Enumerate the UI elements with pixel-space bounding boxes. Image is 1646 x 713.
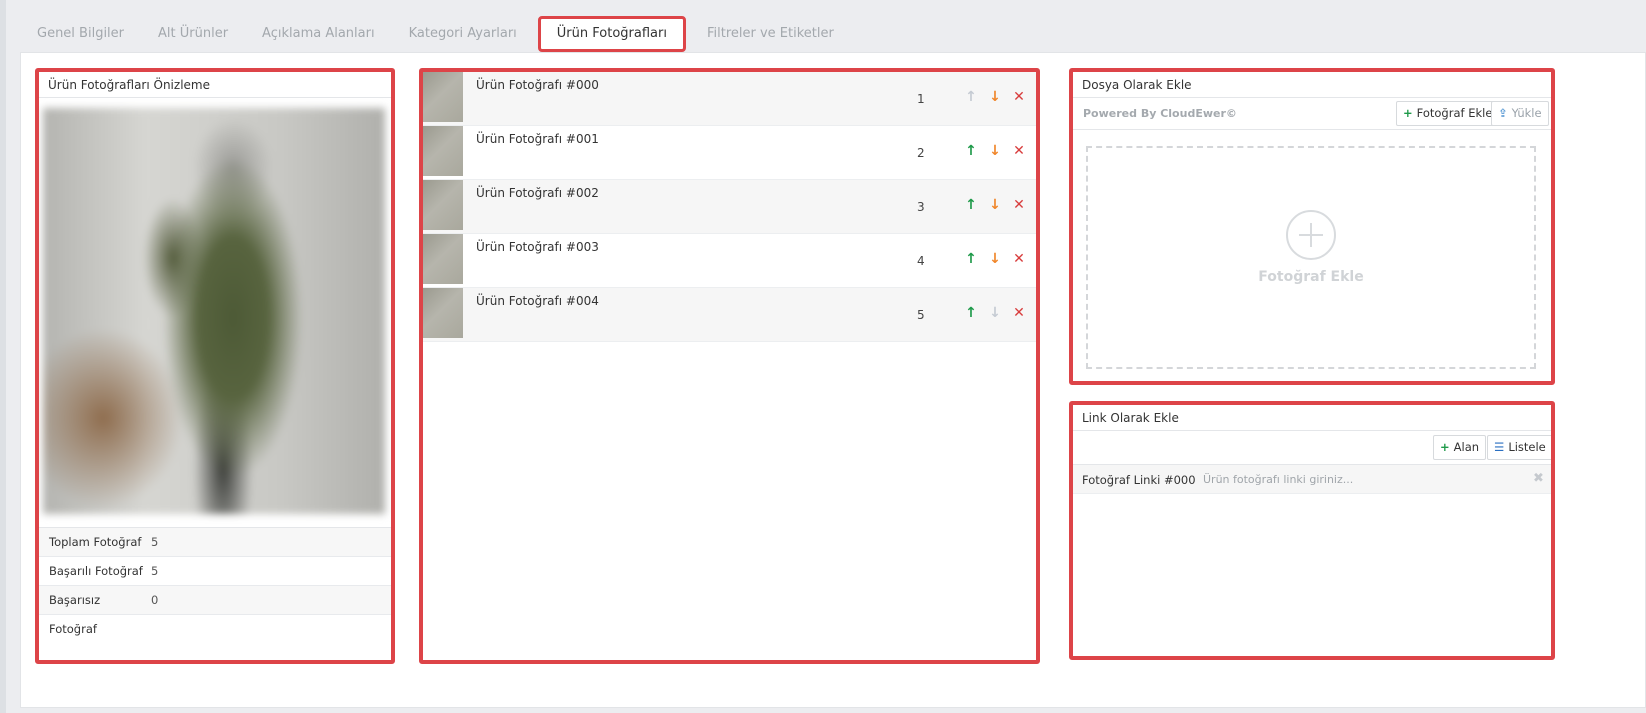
photo-name: Ürün Fotoğrafı #002	[476, 186, 599, 200]
photo-name: Ürün Fotoğrafı #003	[476, 240, 599, 254]
photo-link-input[interactable]	[1203, 469, 1523, 489]
arrow-up-icon[interactable]: ↑	[963, 143, 979, 159]
arrow-up-icon[interactable]: ↑	[963, 89, 979, 105]
left-edge	[0, 0, 6, 713]
stat-row-success: Başarılı Fotoğraf 5	[39, 557, 391, 586]
close-icon[interactable]: ✖	[1533, 471, 1544, 486]
file-upload-panel: Dosya Olarak Ekle Powered By CloudEwer© …	[1069, 68, 1555, 385]
add-photo-button[interactable]: + Fotoğraf Ekle	[1396, 101, 1500, 126]
arrow-down-icon[interactable]: ↓	[987, 89, 1003, 105]
arrow-down-icon[interactable]: ↓	[987, 251, 1003, 267]
photo-order: 1	[917, 92, 925, 106]
photo-dropzone[interactable]: Fotoğraf Ekle	[1086, 146, 1536, 369]
photo-name: Ürün Fotoğrafı #000	[476, 78, 599, 92]
photo-thumbnail	[423, 72, 463, 122]
photo-row: Ürün Fotoğrafı #004 5 ↑ ↓ ✕	[423, 288, 1036, 342]
photo-name: Ürün Fotoğrafı #004	[476, 294, 599, 308]
photo-row: Ürün Fotoğrafı #000 1 ↑ ↓ ✕	[423, 72, 1036, 126]
preview-panel: Ürün Fotoğrafları Önizleme Toplam Fotoğr…	[35, 68, 395, 664]
preview-panel-title: Ürün Fotoğrafları Önizleme	[39, 72, 391, 98]
close-icon[interactable]: ✕	[1011, 305, 1027, 321]
list-label: Listele	[1508, 440, 1546, 454]
arrow-up-icon[interactable]: ↑	[963, 197, 979, 213]
photo-order: 4	[917, 254, 925, 268]
link-toolbar: + Alan ☰ Listele	[1073, 431, 1551, 465]
photo-order: 3	[917, 200, 925, 214]
upload-button[interactable]: ⇪ Yükle	[1491, 101, 1549, 126]
close-icon[interactable]: ✕	[1011, 89, 1027, 105]
photo-order: 5	[917, 308, 925, 322]
photo-thumbnail	[423, 288, 463, 338]
arrow-down-icon[interactable]: ↓	[987, 305, 1003, 321]
add-photo-label: Fotoğraf Ekle	[1416, 106, 1493, 120]
photo-row: Ürün Fotoğrafı #001 2 ↑ ↓ ✕	[423, 126, 1036, 180]
stat-value: 5	[151, 564, 159, 578]
photo-thumbnail	[423, 180, 463, 230]
add-field-label: Alan	[1453, 440, 1480, 454]
close-icon[interactable]: ✕	[1011, 197, 1027, 213]
tab-bar: Genel Bilgiler Alt Ürünler Açıklama Alan…	[20, 16, 851, 52]
list-icon: ☰	[1494, 440, 1505, 454]
stat-label: Başarılı Fotoğraf	[49, 564, 143, 578]
photo-list: Ürün Fotoğrafı #000 1 ↑ ↓ ✕ Ürün Fotoğrafı #0…	[423, 72, 1036, 342]
stat-value: 5	[151, 535, 159, 549]
tab-genel-bilgiler[interactable]: Genel Bilgiler	[20, 17, 141, 51]
list-button[interactable]: ☰ Listele	[1487, 435, 1551, 460]
plus-icon: +	[1403, 106, 1413, 120]
arrow-down-icon[interactable]: ↓	[987, 197, 1003, 213]
link-row: Fotoğraf Linki #000 ✖	[1073, 465, 1551, 494]
close-icon[interactable]: ✕	[1011, 143, 1027, 159]
preview-image	[43, 108, 385, 514]
photo-row: Ürün Fotoğrafı #003 4 ↑ ↓ ✕	[423, 234, 1036, 288]
powered-by-text: Powered By CloudEwer©	[1083, 107, 1237, 120]
tab-alt-urunler[interactable]: Alt Ürünler	[141, 17, 245, 51]
link-panel-title: Link Olarak Ekle	[1073, 405, 1551, 431]
photo-thumbnail	[423, 234, 463, 284]
upload-icon: ⇪	[1498, 106, 1508, 120]
arrow-up-icon[interactable]: ↑	[963, 305, 979, 321]
link-panel: Link Olarak Ekle + Alan ☰ Listele Fotoğraf…	[1069, 401, 1555, 660]
plus-circle-icon	[1286, 210, 1336, 260]
plus-icon: +	[1440, 440, 1450, 454]
stat-label: Başarısız Fotoğraf	[49, 593, 101, 636]
stat-row-failed: Başarısız Fotoğraf 0	[39, 586, 391, 636]
stat-value: 0	[151, 593, 159, 607]
link-label: Fotoğraf Linki #000	[1082, 473, 1196, 487]
close-icon[interactable]: ✕	[1011, 251, 1027, 267]
stat-row-total: Toplam Fotoğraf 5	[39, 528, 391, 557]
stat-label: Toplam Fotoğraf	[49, 535, 142, 549]
photo-row: Ürün Fotoğrafı #002 3 ↑ ↓ ✕	[423, 180, 1036, 234]
tab-filtreler-etiketler[interactable]: Filtreler ve Etiketler	[690, 17, 851, 51]
dropzone-label: Fotoğraf Ekle	[1258, 269, 1364, 285]
file-toolbar: Powered By CloudEwer© + Fotoğraf Ekle ⇪ Yü…	[1073, 98, 1551, 130]
tab-aciklama-alanlari[interactable]: Açıklama Alanları	[245, 17, 392, 51]
upload-label: Yükle	[1511, 106, 1542, 120]
arrow-down-icon[interactable]: ↓	[987, 143, 1003, 159]
arrow-up-icon[interactable]: ↑	[963, 251, 979, 267]
tab-urun-fotograflari[interactable]: Ürün Fotoğrafları	[537, 16, 686, 52]
tab-kategori-ayarlari[interactable]: Kategori Ayarları	[392, 17, 534, 51]
file-panel-title: Dosya Olarak Ekle	[1073, 72, 1551, 98]
photo-name: Ürün Fotoğrafı #001	[476, 132, 599, 146]
photo-order: 2	[917, 146, 925, 160]
photo-list-panel: Ürün Fotoğrafı #000 1 ↑ ↓ ✕ Ürün Fotoğrafı #0…	[419, 68, 1040, 664]
photo-thumbnail	[423, 126, 463, 176]
stats-table: Toplam Fotoğraf 5 Başarılı Fotoğraf 5 Ba…	[39, 527, 391, 636]
tab-content: Ürün Fotoğrafları Önizleme Toplam Fotoğr…	[20, 52, 1646, 708]
add-field-button[interactable]: + Alan	[1433, 435, 1487, 460]
